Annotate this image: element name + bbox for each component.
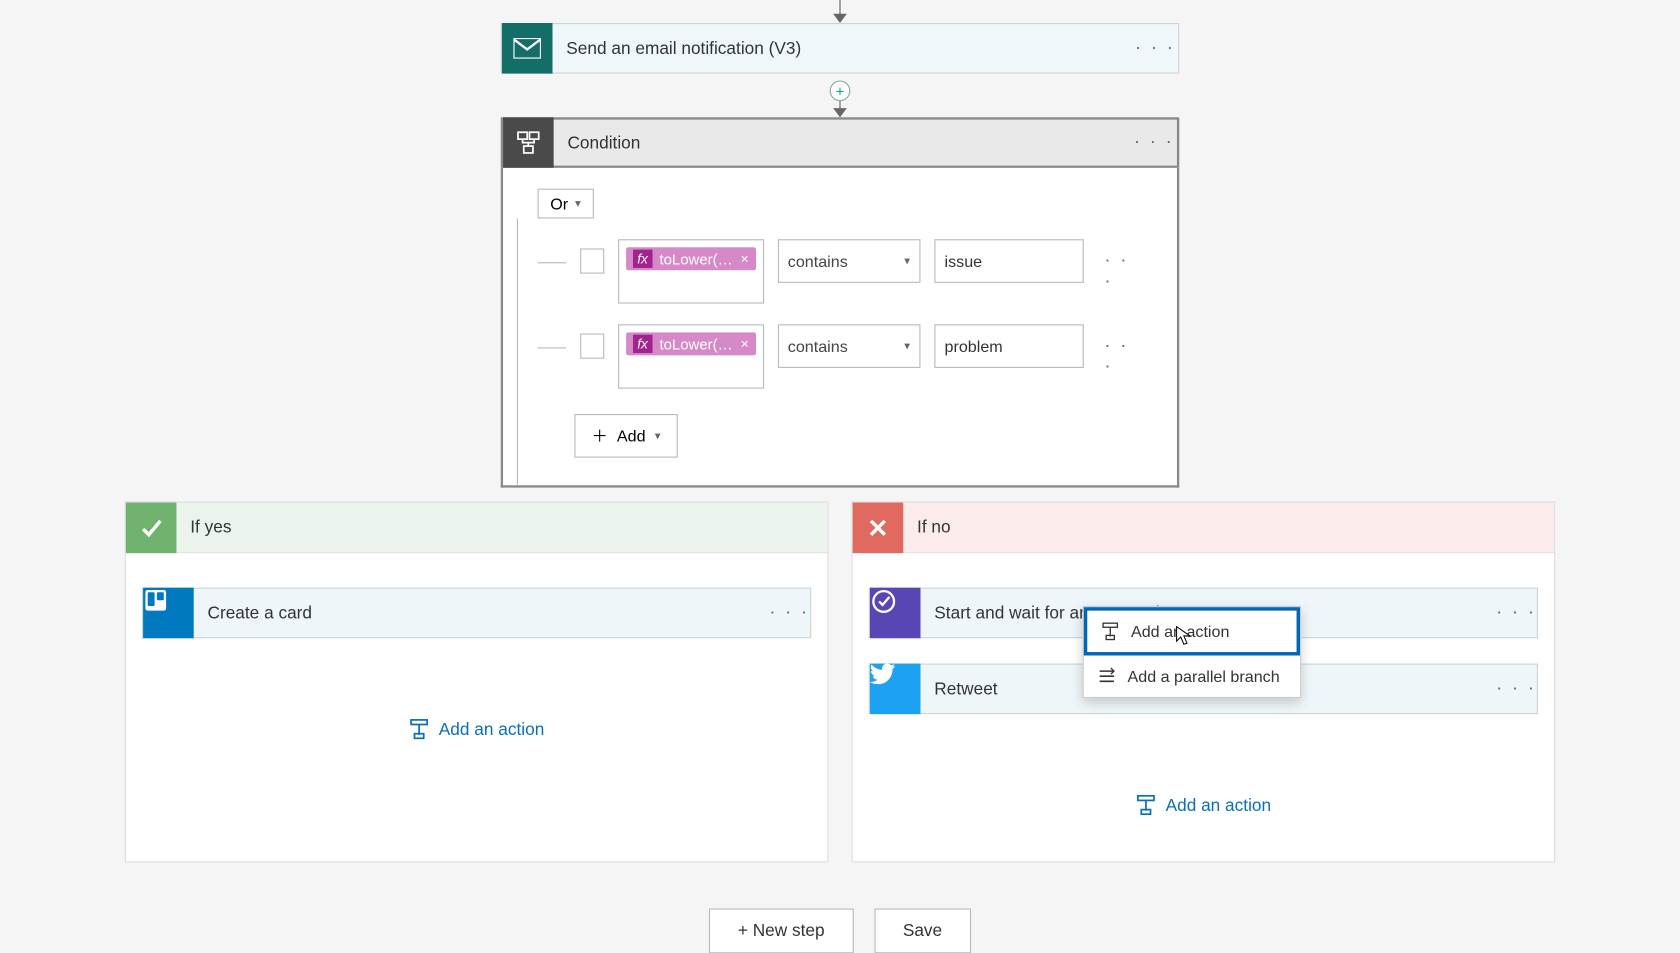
chevron-down-icon: ▾ [575,197,581,210]
action-menu[interactable]: · · · [1132,38,1178,59]
action-create-card[interactable]: Create a card · · · [142,588,811,639]
operator-select[interactable]: contains ▾ [777,324,920,368]
operator-select[interactable]: contains ▾ [777,239,920,283]
mail-icon [502,23,553,74]
row-menu[interactable]: · · · [1104,251,1142,292]
condition-row: fx toLower(… × contains ▾ · · · [538,239,1143,303]
add-condition-button[interactable]: ＋ Add ▾ [574,414,677,458]
action-menu[interactable]: · · · [1496,679,1537,700]
branch-header-yes[interactable]: If yes [126,503,828,554]
expression-token[interactable]: fx toLower(… × [626,247,756,270]
add-action-link[interactable]: Add an action [142,719,811,740]
row-checkbox[interactable] [580,334,604,359]
menu-add-action[interactable]: Add an action [1084,607,1300,655]
fx-icon: fx [633,250,653,268]
save-button[interactable]: Save [874,909,971,953]
new-step-button[interactable]: + New step [709,909,853,953]
right-operand-input[interactable] [934,324,1084,368]
row-checkbox[interactable] [580,248,604,273]
check-icon [126,502,177,553]
action-menu[interactable]: · · · [1496,603,1537,624]
condition-row: fx toLower(… × contains ▾ · · · [538,324,1143,388]
action-condition[interactable]: Condition · · · [501,117,1180,168]
action-title: Send an email notification (V3) [553,39,1133,59]
arrow-down-icon [829,0,852,23]
twitter-icon [870,664,921,715]
trello-icon [143,588,194,639]
expression-token[interactable]: fx toLower(… × [626,332,756,355]
action-menu[interactable]: · · · [769,603,810,624]
add-label: Add [617,427,646,445]
cursor-icon [1174,626,1195,647]
action-menu[interactable]: · · · [1131,132,1177,153]
branch-title: If yes [176,518,231,538]
add-action-icon [409,719,430,740]
plus-icon: ＋ [592,424,608,447]
branch-yes: If yes Create a card · · · Add an action [125,501,829,862]
group-operator-select[interactable]: Or ▾ [538,189,594,219]
branch-header-no[interactable]: If no [853,503,1555,554]
close-icon [853,502,904,553]
parallel-branch-icon [1098,667,1116,685]
condition-icon [503,117,554,168]
group-operator-label: Or [550,194,568,212]
action-title: Condition [554,133,1131,153]
chevron-down-icon: ▾ [904,340,910,353]
add-action-link[interactable]: Add an action [869,795,1538,816]
chevron-down-icon: ▾ [904,255,910,268]
left-operand-input[interactable]: fx toLower(… × [618,239,764,303]
remove-token-icon[interactable]: × [741,336,749,352]
fx-icon: fx [633,335,653,353]
action-title: Create a card [194,603,769,623]
branch-no: If no Start and wait for an approval · ·… [852,501,1556,862]
row-menu[interactable]: · · · [1104,336,1142,377]
approval-icon [870,588,921,639]
add-action-icon [1136,795,1157,816]
chevron-down-icon: ▾ [655,430,661,443]
right-operand-input[interactable] [934,239,1084,283]
remove-token-icon[interactable]: × [741,251,749,267]
branch-title: If no [903,518,950,538]
condition-panel: Or ▾ fx toLower(… × contains ▾ [501,168,1180,488]
add-action-icon [1101,622,1119,640]
arrow-down-icon [829,101,852,117]
left-operand-input[interactable]: fx toLower(… × [618,324,764,388]
action-send-email[interactable]: Send an email notification (V3) · · · [501,23,1180,74]
insert-menu: Add an action Add a parallel branch [1083,606,1302,698]
insert-step-button[interactable] [830,81,851,102]
menu-add-parallel[interactable]: Add a parallel branch [1084,656,1300,697]
